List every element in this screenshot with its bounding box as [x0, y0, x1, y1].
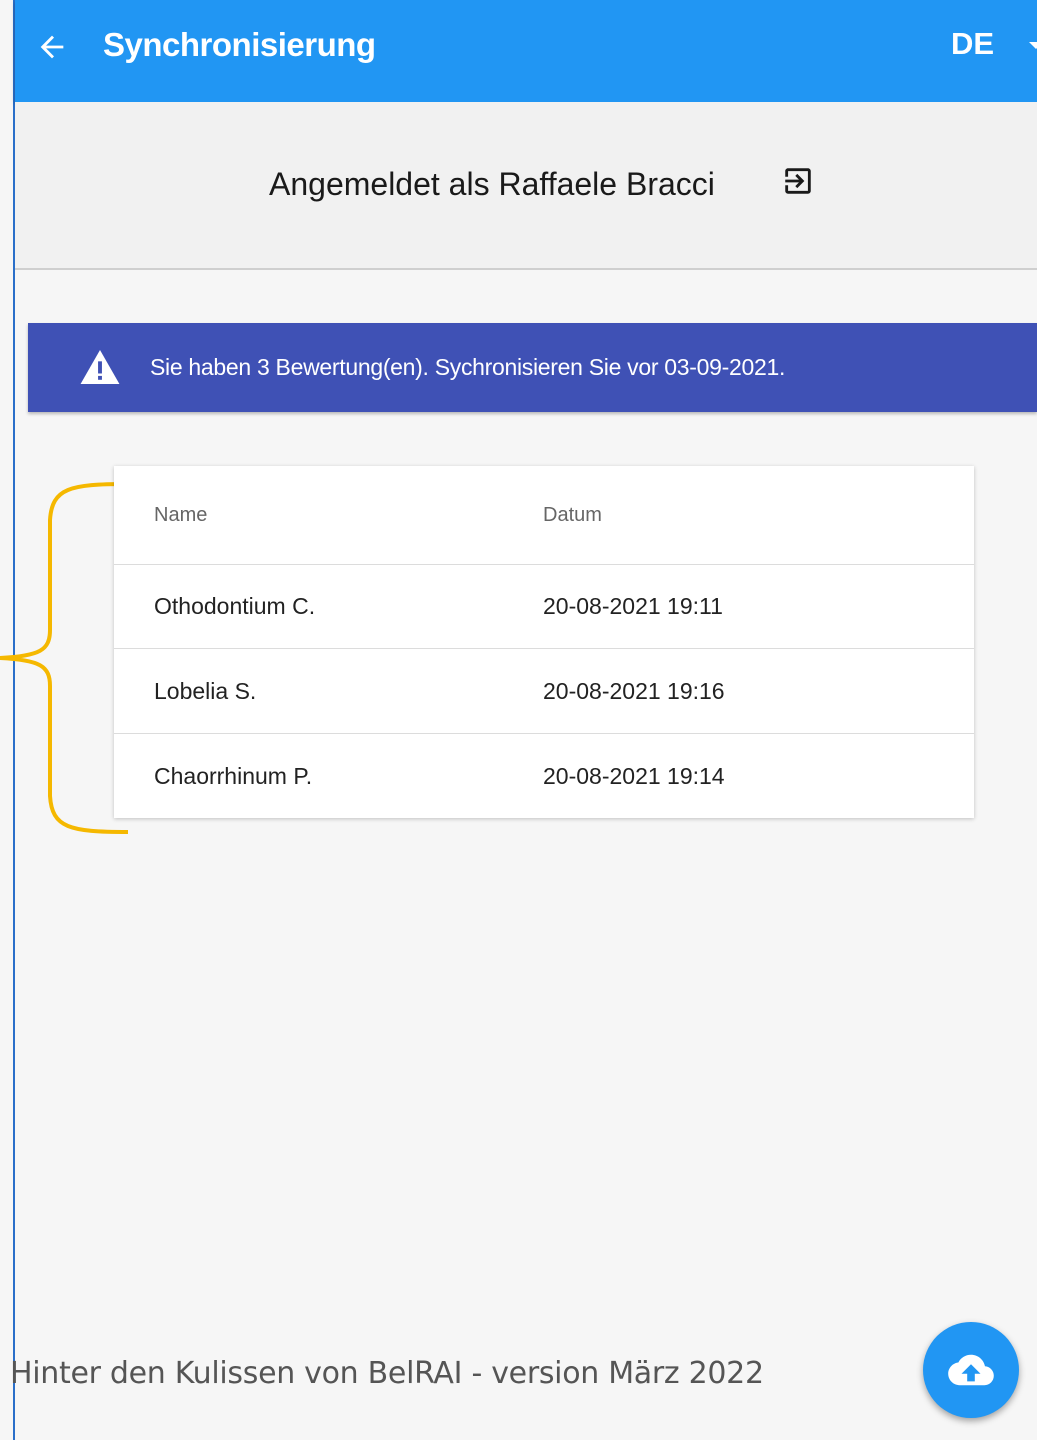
row-name: Chaorrhinum P.	[154, 763, 313, 789]
row-date: 20-08-2021 19:11	[543, 593, 723, 619]
cloud-upload-icon	[948, 1354, 994, 1386]
column-header-name[interactable]: Name	[154, 504, 207, 527]
table-row[interactable]: Lobelia S. 20-08-2021 19:16	[114, 649, 974, 734]
warning-text: Sie haben 3 Bewertung(en). Sychronisiere…	[150, 354, 786, 380]
sync-warning-banner: Sie haben 3 Bewertung(en). Sychronisiere…	[28, 323, 1037, 412]
row-name: Lobelia S.	[154, 678, 257, 704]
language-select[interactable]: DE	[951, 26, 1037, 70]
table-row[interactable]: Chaorrhinum P. 20-08-2021 19:14	[114, 734, 974, 818]
warning-icon	[80, 350, 120, 384]
row-name: Othodontium C.	[154, 593, 316, 619]
table-header: Name Datum	[114, 466, 974, 565]
page-title: Synchronisierung	[103, 26, 376, 63]
logout-icon[interactable]	[781, 164, 815, 198]
login-bar: Angemeldet als Raffaele Bracci	[15, 102, 1037, 270]
table-row[interactable]: Othodontium C. 20-08-2021 19:11	[114, 564, 974, 649]
logged-in-label: Angemeldet als Raffaele Bracci	[269, 166, 715, 202]
arrow-back-icon[interactable]	[35, 30, 69, 64]
row-date: 20-08-2021 19:14	[543, 763, 725, 789]
upload-button[interactable]	[923, 1322, 1019, 1418]
chevron-down-icon	[1029, 42, 1037, 49]
footer-caption: Hinter den Kulissen von BelRAI - version…	[10, 1356, 764, 1391]
language-label: DE	[951, 26, 995, 61]
app-bar: Synchronisierung DE	[15, 0, 1037, 102]
column-header-date[interactable]: Datum	[543, 504, 602, 527]
row-date: 20-08-2021 19:16	[543, 678, 725, 704]
assessment-table: Name Datum Othodontium C. 20-08-2021 19:…	[114, 466, 974, 818]
